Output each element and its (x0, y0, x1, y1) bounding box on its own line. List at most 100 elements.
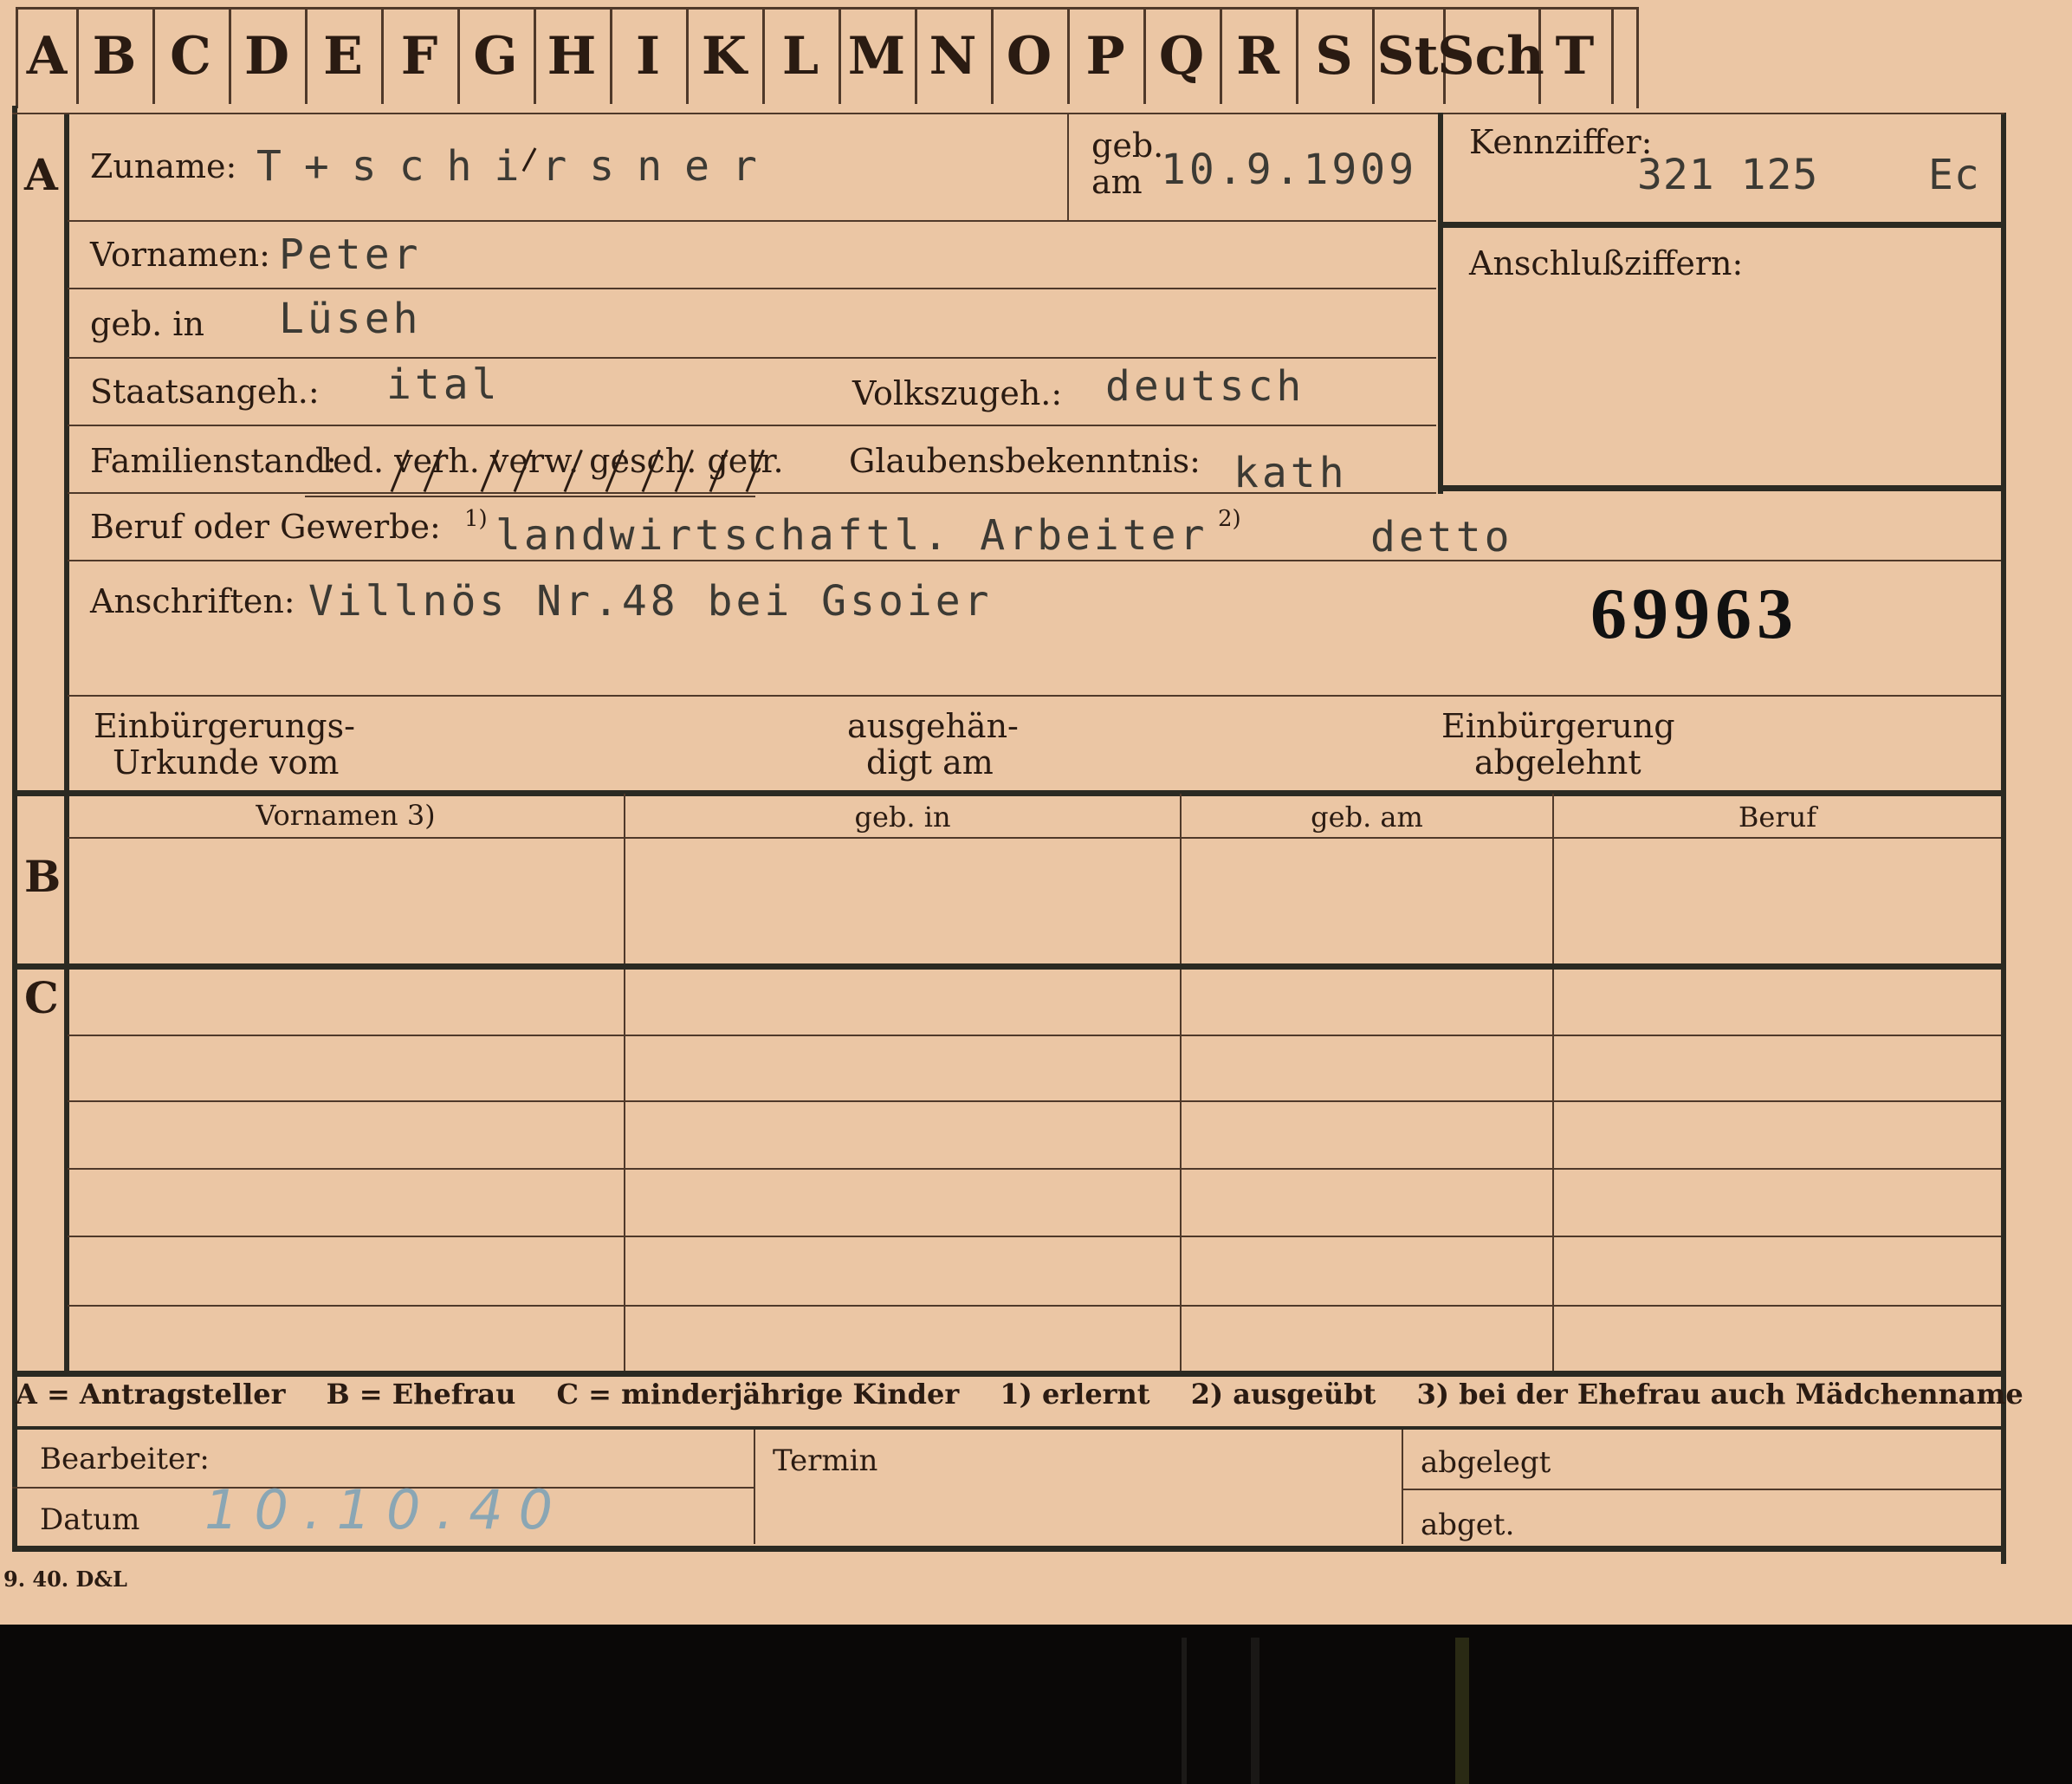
einb-abgelehnt-label-2: abgelehnt (1474, 743, 1641, 782)
scan-shadow-2 (1251, 1638, 1259, 1784)
kennziffer-box-divider (1438, 222, 2001, 228)
geb-in-label: geb. in (90, 305, 204, 343)
beruf-label: Beruf oder Gewerbe: (90, 508, 441, 546)
rule-5 (68, 492, 1436, 494)
scan-shadow-3 (1455, 1638, 1469, 1784)
anschlussziffern-label: Anschlußziffern: (1469, 244, 1744, 282)
kennziffer-box-left (1438, 113, 1443, 494)
index-tab-k: K (686, 9, 765, 104)
frame-left (12, 106, 17, 1548)
c-row-1 (68, 1035, 2001, 1036)
vornamen-value: Peter (279, 230, 422, 279)
geb-am-value: 10.9.1909 (1161, 146, 1418, 194)
index-tab-r: R (1220, 9, 1298, 104)
datum-handwritten: 10.10.40 (204, 1478, 569, 1541)
index-tab-sch: Sch (1437, 9, 1544, 104)
frame-right (2001, 113, 2006, 1564)
table-col-2 (1180, 794, 1182, 1372)
rule-1 (68, 220, 1436, 222)
datum-label: Datum (40, 1502, 140, 1537)
einb-abgelehnt-label-1: Einbürgerung (1441, 707, 1675, 745)
index-tab-i: I (610, 9, 689, 104)
familienstand-options: led. verh. verw. gesch. getr. (322, 442, 784, 480)
index-tab-d: D (229, 9, 308, 104)
table-header-rule (68, 837, 2001, 839)
index-tab-b: B (76, 9, 155, 104)
kennziffer-value: 321 125 (1637, 151, 1819, 199)
index-tab-m: M (839, 9, 917, 104)
index-tab-h: H (534, 9, 612, 104)
kennziffer-box-bottom (1438, 485, 2001, 491)
staatsangeh-value: ital (386, 360, 501, 409)
einb-urkunde-label-1: Einbürgerungs- (94, 707, 355, 745)
col-head-geb-in: geb. in (854, 801, 951, 834)
legend-c: C = minderjährige Kinder (556, 1378, 960, 1411)
index-tab-st: St (1372, 9, 1446, 104)
section-divider (64, 113, 69, 1373)
zuname-value: T+schirsner (256, 142, 780, 191)
legend-fn2: 2) ausgeübt (1190, 1378, 1376, 1411)
table-bottom (12, 1371, 2004, 1377)
section-b-letter: B (24, 851, 62, 902)
legend-fn1: 1) erlernt (1000, 1378, 1150, 1411)
geb-in-value: Lüseh (279, 295, 422, 343)
rule-7 (68, 695, 2001, 697)
scan-shadow-1 (1182, 1638, 1187, 1784)
familienstand-label: Familienstand: (90, 442, 337, 480)
am-label: am (1091, 163, 1143, 201)
footer-bottom (12, 1546, 2004, 1552)
stamp-number: 69963 (1590, 574, 1798, 654)
index-tab-a: A (17, 9, 79, 104)
geb-divider (1067, 114, 1069, 220)
c-row-3 (68, 1168, 2001, 1170)
index-tab-t: T (1538, 9, 1614, 104)
zuname-label: Zuname: (90, 147, 237, 185)
rule-6 (68, 560, 2001, 561)
abgelegt-label: abgelegt (1421, 1445, 1551, 1480)
footer-top (12, 1426, 2004, 1430)
index-tab-o: O (991, 9, 1070, 104)
index-tab-g: G (457, 9, 536, 104)
c-row-2 (68, 1100, 2001, 1102)
geb-label: geb. (1091, 127, 1164, 165)
section-b-top (12, 790, 2004, 796)
legend-fn3: 3) bei der Ehefrau auch Mädchenname (1416, 1378, 2023, 1411)
glaubensbekenntnis-label: Glaubensbekenntnis: (849, 442, 1201, 480)
beruf-footnote-1: 1) (464, 506, 488, 532)
frame-top (12, 113, 2004, 114)
termin-label: Termin (773, 1443, 878, 1478)
index-tab-f: F (381, 9, 460, 104)
legend: A = Antragsteller B = Ehefrau C = minder… (0, 1378, 2023, 1411)
staatsangeh-label: Staatsangeh.: (90, 373, 320, 411)
col-head-beruf: Beruf (1738, 801, 1817, 834)
c-row-4 (68, 1236, 2001, 1237)
rule-3 (68, 357, 1436, 359)
abgelegt-rule (1402, 1489, 2001, 1490)
volkszugeh-label: Volkszugeh.: (852, 374, 1063, 412)
c-row-5 (68, 1305, 2001, 1307)
col-head-geb-am: geb. am (1311, 801, 1423, 834)
ausgehaendigt-label-1: ausgehän- (847, 707, 1019, 745)
section-c-letter: C (24, 972, 59, 1023)
print-mark: 9. 40. D&L (3, 1567, 127, 1592)
volkszugeh-value: deutsch (1105, 362, 1305, 411)
section-a-letter: A (24, 149, 58, 200)
vornamen-label: Vornamen: (90, 236, 270, 274)
bearbeiter-label: Bearbeiter: (40, 1442, 210, 1476)
kennziffer-label: Kennziffer: (1469, 123, 1653, 161)
legend-a: A = Antragsteller (16, 1378, 286, 1411)
index-tab-l: L (762, 9, 841, 104)
index-tab-s: S (1296, 9, 1375, 104)
beruf-erlernt-value: landwirtschaftl. Arbeiter (495, 511, 1208, 560)
index-tab-n: N (915, 9, 994, 104)
index-tab-e: E (305, 9, 384, 104)
rule-2 (68, 288, 1436, 289)
index-tab-q: Q (1143, 9, 1222, 104)
kennziffer-suffix: Ec (1928, 151, 1980, 199)
index-tab-p: P (1067, 9, 1146, 104)
familienstand-underline (305, 496, 755, 497)
glaubensbekenntnis-value: kath (1233, 449, 1348, 497)
beruf-footnote-2: 2) (1218, 506, 1241, 532)
anschriften-label: Anschriften: (90, 582, 295, 620)
rule-4 (68, 425, 1436, 426)
